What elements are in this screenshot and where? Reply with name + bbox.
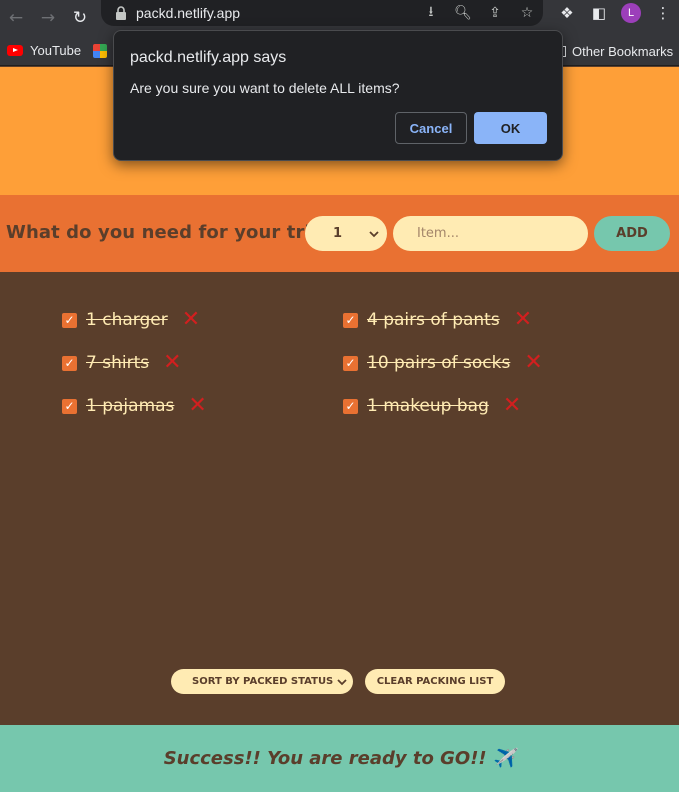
packed-checkbox[interactable]: ✓ (62, 355, 77, 371)
ok-button[interactable]: OK (474, 112, 547, 144)
delete-x-icon[interactable]: ✕ (182, 309, 200, 331)
list-item: ✓ 7 shirts ✕ (62, 351, 182, 375)
item-input[interactable]: Item... (393, 216, 588, 251)
menu-kebab-icon[interactable]: ⋮ (647, 4, 679, 22)
confirm-dialog: packd.netlify.app says Are you sure you … (113, 30, 563, 161)
sort-value: SORT BY PACKED STATUS (192, 676, 334, 687)
delete-x-icon[interactable]: ✕ (514, 309, 532, 331)
item-label: 10 pairs of socks (367, 353, 511, 373)
item-label: 1 makeup bag (367, 396, 489, 416)
url-text: packd.netlify.app (136, 5, 241, 21)
cancel-button[interactable]: Cancel (395, 112, 467, 144)
list-item: ✓ 4 pairs of pants ✕ (343, 308, 532, 332)
item-label: 7 shirts (86, 353, 150, 373)
list-item: ✓ 1 makeup bag ✕ (343, 394, 521, 418)
side-panel-icon[interactable]: ◧ (583, 4, 615, 22)
packed-checkbox[interactable]: ✓ (343, 398, 358, 414)
delete-x-icon[interactable]: ✕ (503, 395, 521, 417)
bookmark-youtube[interactable]: YouTube (0, 43, 81, 58)
list-item: ✓ 10 pairs of socks ✕ (343, 351, 543, 375)
reload-icon[interactable]: ↻ (64, 4, 96, 32)
packed-checkbox[interactable]: ✓ (62, 312, 77, 328)
footer-message: Success!! You are ready to GO!! ✈️ (163, 748, 516, 769)
bookmark-star-icon[interactable]: ☆ (511, 5, 543, 21)
sort-select[interactable]: SORT BY PACKED STATUS (171, 669, 353, 694)
clear-list-button[interactable]: CLEAR PACKING LIST (365, 669, 505, 694)
add-button[interactable]: ADD (594, 216, 670, 251)
address-bar[interactable]: packd.netlify.app ⭳ 🔍︎ ⇪ ☆ (101, 0, 543, 26)
dialog-title: packd.netlify.app says (130, 49, 287, 66)
list-item: ✓ 1 pajamas ✕ (62, 394, 207, 418)
list-item: ✓ 1 charger ✕ (62, 308, 200, 332)
back-arrow-icon[interactable]: ← (0, 4, 32, 32)
delete-x-icon[interactable]: ✕ (524, 352, 542, 374)
item-label: 1 pajamas (86, 396, 175, 416)
packed-checkbox[interactable]: ✓ (62, 398, 77, 414)
item-label: 1 charger (86, 310, 168, 330)
lock-icon (116, 6, 126, 20)
bookmark-label: YouTube (30, 43, 82, 58)
packing-list: ✓ 1 charger ✕ ✓ 4 pairs of pants ✕ ✓ 7 s… (0, 272, 679, 725)
delete-x-icon[interactable]: ✕ (188, 395, 206, 417)
delete-x-icon[interactable]: ✕ (163, 352, 181, 374)
profile-avatar[interactable]: L (621, 3, 641, 23)
google-maps-icon[interactable] (93, 43, 108, 58)
item-label: 4 pairs of pants (367, 310, 500, 330)
quantity-select[interactable]: 1 (305, 216, 387, 251)
forward-arrow-icon[interactable]: → (32, 4, 64, 32)
extensions-icon[interactable]: ❖ (551, 4, 583, 22)
stats-footer: Success!! You are ready to GO!! ✈️ (0, 725, 679, 792)
other-bookmarks-label: Other Bookmarks (572, 43, 674, 59)
chevron-down-icon (369, 230, 379, 237)
youtube-icon (7, 45, 23, 56)
share-icon[interactable]: ⇪ (479, 5, 511, 21)
install-app-icon[interactable]: ⭳ (415, 1, 447, 25)
packed-checkbox[interactable]: ✓ (343, 312, 358, 328)
form-title: What do you need for your trip? (6, 222, 335, 243)
other-bookmarks[interactable]: Other Bookmarks (558, 36, 673, 66)
dialog-message: Are you sure you want to delete ALL item… (130, 80, 400, 96)
packed-checkbox[interactable]: ✓ (343, 355, 358, 371)
chevron-down-icon (337, 678, 347, 685)
quantity-value: 1 (333, 226, 343, 241)
zoom-icon[interactable]: 🔍︎ (447, 5, 479, 21)
item-input-placeholder: Item... (417, 226, 459, 241)
